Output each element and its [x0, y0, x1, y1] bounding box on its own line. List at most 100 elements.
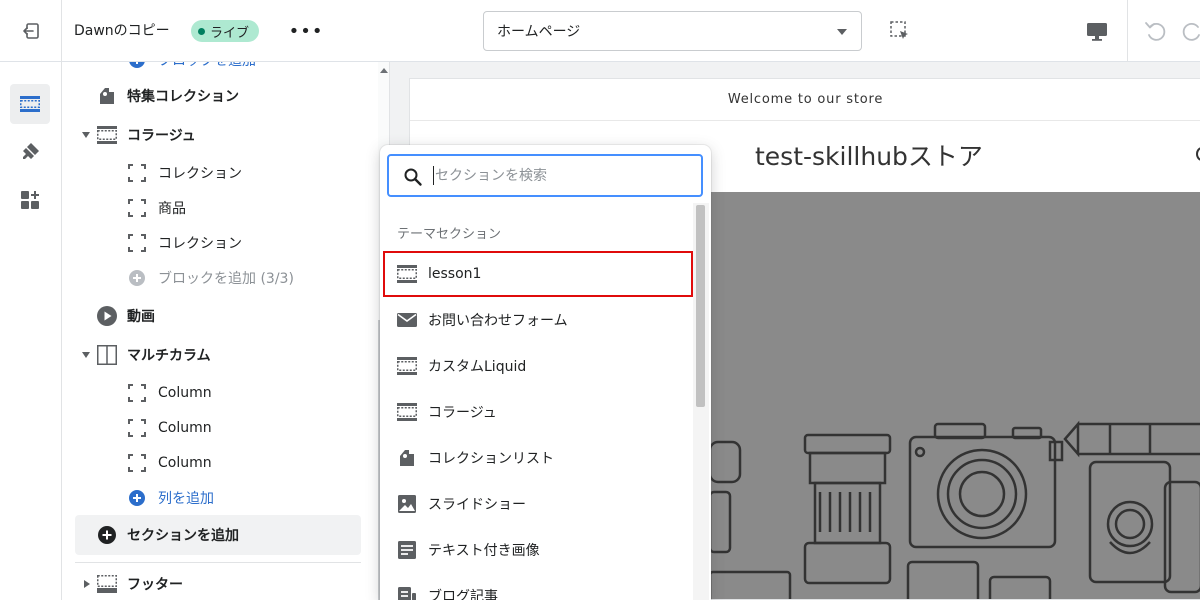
add-section-popover: テーマセクション lesson1 お問い合わせフォーム カスタムLiquid コ… — [380, 145, 711, 600]
sections-nav-button[interactable] — [10, 84, 50, 124]
chevron-down-icon — [837, 29, 847, 35]
sidebar-item-label: コレクション — [158, 166, 242, 182]
section-search-input[interactable] — [435, 164, 690, 188]
section-option-contact-form[interactable]: お問い合わせフォーム — [385, 299, 691, 341]
theme-settings-nav-button[interactable] — [10, 132, 50, 172]
sidebar-item-label: コラージュ — [127, 128, 196, 144]
section-option-label: テキスト付き画像 — [428, 543, 540, 559]
section-icon — [396, 355, 418, 377]
exit-button[interactable] — [0, 0, 62, 62]
announcement-text: Welcome to our store — [727, 92, 884, 107]
section-option-label: カスタムLiquid — [428, 359, 527, 375]
announcement-bar: Welcome to our store — [410, 79, 1200, 121]
section-option-slideshow[interactable]: スライドショー — [385, 483, 691, 525]
sidebar-block-column-2[interactable]: Column — [62, 413, 378, 443]
scroll-up-arrow-icon[interactable] — [380, 68, 388, 73]
image-icon — [396, 493, 418, 515]
section-option-label: お問い合わせフォーム — [428, 313, 568, 329]
inspector-button[interactable] — [888, 19, 912, 47]
scrollbar-thumb[interactable] — [696, 205, 705, 407]
redo-button[interactable] — [1180, 18, 1200, 48]
desktop-view-button[interactable] — [1084, 18, 1110, 48]
section-option-label: スライドショー — [428, 497, 526, 513]
sections-icon — [20, 96, 40, 112]
add-circle-icon — [126, 487, 148, 509]
sidebar-block-collection-2[interactable]: コレクション — [62, 228, 378, 258]
add-section-button[interactable]: セクションを追加 — [75, 515, 361, 555]
sidebar-block-product[interactable]: 商品 — [62, 193, 378, 223]
sidebar-item-label: 特集コレクション — [127, 89, 239, 105]
section-option-label: ブログ記事 — [428, 589, 498, 600]
sections-sidebar: ブロックを追加 特集コレクション コラージュ コレクション 商品 コレクション — [62, 62, 390, 600]
sidebar-block-column-3[interactable]: Column — [62, 448, 378, 478]
section-icon — [396, 401, 418, 423]
section-option-custom-liquid[interactable]: カスタムLiquid — [385, 345, 691, 387]
apps-icon — [21, 191, 39, 209]
collection-tag-icon — [396, 447, 418, 469]
add-circle-icon — [126, 62, 148, 71]
blog-icon — [396, 585, 418, 600]
toolbar-divider — [1127, 0, 1128, 62]
section-option-image-with-text[interactable]: テキスト付き画像 — [385, 529, 691, 571]
page-select[interactable]: ホームページ — [483, 11, 862, 51]
play-icon — [96, 305, 118, 327]
sidebar-item-label: 列を追加 — [158, 491, 214, 507]
redo-icon — [1182, 22, 1200, 41]
sidebar-item-multicolumn[interactable]: マルチカラム — [62, 340, 378, 370]
sidebar-item-label: コレクション — [158, 236, 242, 252]
block-icon — [126, 452, 148, 474]
columns-icon — [96, 344, 118, 366]
live-dot-icon — [198, 27, 205, 35]
section-option-collage[interactable]: コラージュ — [385, 391, 691, 433]
collection-tag-icon — [96, 85, 118, 107]
sidebar-item-video[interactable]: 動画 — [62, 301, 378, 331]
expand-arrow-icon[interactable] — [82, 132, 90, 138]
sidebar-add-column[interactable]: 列を追加 — [62, 483, 378, 513]
block-icon — [126, 382, 148, 404]
add-section-label: セクションを追加 — [127, 528, 239, 544]
section-option-label: コラージュ — [428, 405, 497, 421]
section-option-label: lesson1 — [428, 266, 482, 282]
page-select-value: ホームページ — [497, 24, 581, 40]
undo-button[interactable] — [1142, 18, 1168, 48]
mail-icon — [396, 309, 418, 331]
section-option-collection-list[interactable]: コレクションリスト — [385, 437, 691, 479]
sidebar-item-label: 商品 — [158, 201, 186, 217]
sidebar-item-footer[interactable]: フッター — [62, 569, 378, 599]
search-icon — [1196, 147, 1200, 161]
section-search-field[interactable] — [387, 154, 703, 197]
sidebar-add-block-disabled: ブロックを追加 (3/3) — [62, 263, 378, 293]
section-option-lesson1[interactable]: lesson1 — [383, 251, 693, 297]
expand-arrow-icon[interactable] — [82, 352, 90, 358]
apps-nav-button[interactable] — [10, 180, 50, 220]
sidebar-block-collection-1[interactable]: コレクション — [62, 158, 378, 188]
exit-icon — [22, 23, 39, 39]
sidebar-item-label: フッター — [127, 577, 183, 593]
more-actions-button[interactable]: ••• — [289, 18, 323, 44]
sidebar-item-label: Column — [158, 420, 212, 436]
block-icon — [126, 162, 148, 184]
add-circle-icon — [126, 267, 148, 289]
sidebar-item-collage[interactable]: コラージュ — [62, 120, 378, 150]
popover-scrollbar[interactable] — [693, 203, 709, 600]
sidebar-item-featured-collection[interactable]: 特集コレクション — [62, 81, 378, 111]
section-icon — [396, 263, 418, 285]
block-icon — [126, 197, 148, 219]
store-name: test-skillhubストア — [755, 142, 983, 171]
sidebar-item-label: ブロックを追加 — [158, 62, 256, 70]
top-bar: Dawnのコピー ライブ ••• ホームページ — [0, 0, 1200, 62]
live-status-badge: ライブ — [191, 20, 260, 42]
sidebar-block-column-1[interactable]: Column — [62, 378, 378, 408]
block-icon — [126, 417, 148, 439]
sidebar-item-label: Column — [158, 455, 212, 471]
sidebar-item-label: ブロックを追加 (3/3) — [158, 271, 294, 287]
sidebar-add-block-top[interactable]: ブロックを追加 — [62, 62, 378, 75]
sidebar-item-label: 動画 — [127, 309, 155, 325]
theme-sections-heading: テーマセクション — [397, 227, 502, 242]
section-icon — [96, 124, 118, 146]
theme-name: Dawnのコピー — [74, 23, 170, 39]
inspector-icon — [890, 21, 908, 39]
section-option-blog-posts[interactable]: ブログ記事 — [385, 575, 691, 600]
text-block-icon — [396, 539, 418, 561]
expand-arrow-icon[interactable] — [84, 580, 90, 588]
